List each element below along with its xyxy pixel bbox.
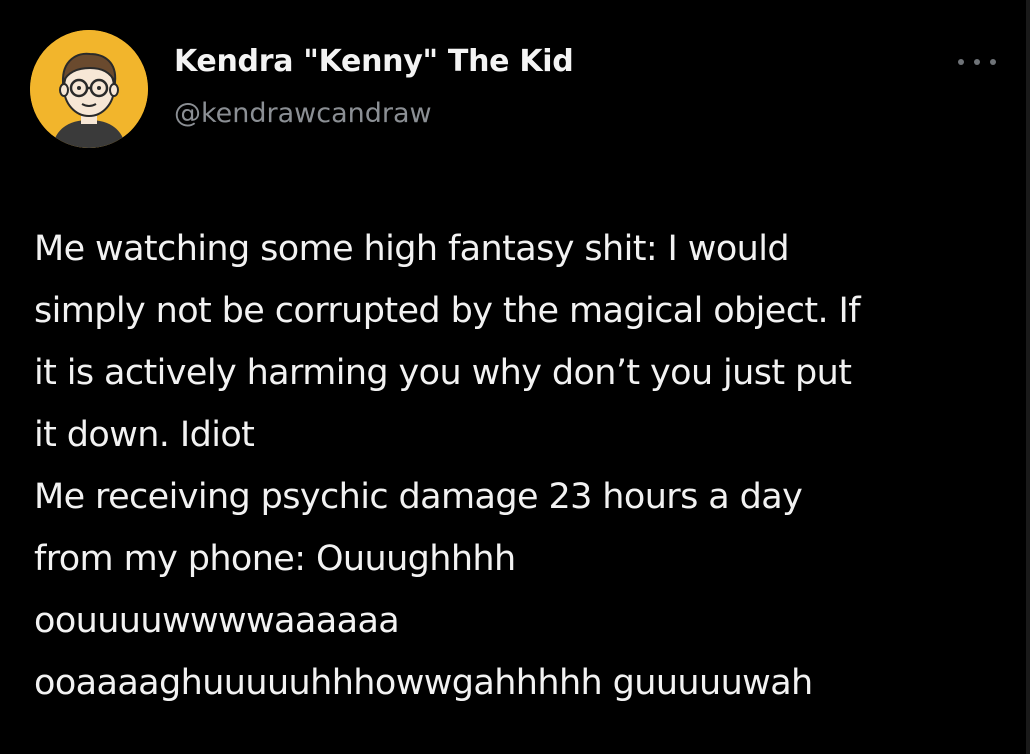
scrollbar[interactable] — [1026, 0, 1030, 754]
more-dot — [974, 59, 980, 65]
tweet-card: Kendra "Kenny" The Kid @kendrawcandraw M… — [0, 0, 1030, 754]
tweet-text-line: oouuuuwwwwaaaaaa — [34, 601, 400, 641]
author-handle[interactable]: @kendrawcandraw — [174, 98, 432, 129]
more-dot — [990, 59, 996, 65]
author-avatar[interactable] — [30, 30, 148, 148]
author-display-name[interactable]: Kendra "Kenny" The Kid — [174, 44, 574, 79]
more-options-icon[interactable] — [958, 52, 996, 72]
more-dot — [958, 59, 964, 65]
tweet-text-line: Me watching some high fantasy shit: I wo… — [34, 229, 790, 269]
cartoon-avatar-icon — [30, 30, 148, 148]
tweet-text-line: from my phone: Ouuughhhh — [34, 539, 516, 579]
tweet-text: Me watching some high fantasy shit: I wo… — [34, 218, 1014, 714]
tweet-text-line: it down. Idiot — [34, 415, 255, 455]
tweet-text-line: simply not be corrupted by the magical o… — [34, 291, 861, 331]
tweet-text-line: Me receiving psychic damage 23 hours a d… — [34, 477, 803, 517]
tweet-text-line: ooaaaaghuuuuuhhhowwgahhhhh guuuuuwah — [34, 663, 813, 703]
tweet-text-line: it is actively harming you why don’t you… — [34, 353, 852, 393]
